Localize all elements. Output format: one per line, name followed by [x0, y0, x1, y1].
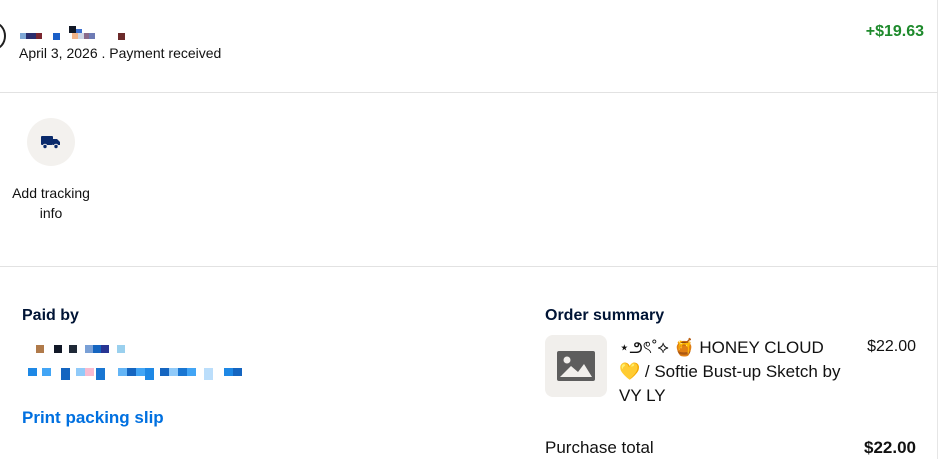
item-thumbnail[interactable] — [545, 335, 607, 397]
order-item-name[interactable]: ⋆౨ৎ˚⟡ 🍯 HONEY CLOUD 💛 / Softie Bust-up S… — [619, 336, 849, 408]
redacted-buyer-name — [20, 25, 130, 43]
avatar — [0, 22, 6, 50]
image-placeholder-icon — [557, 351, 595, 381]
truck-icon — [41, 136, 60, 150]
print-packing-slip-link[interactable]: Print packing slip — [22, 408, 164, 428]
order-item-price: $22.00 — [867, 338, 916, 355]
redacted-payer-name — [36, 344, 128, 354]
paid-by-heading: Paid by — [22, 307, 79, 324]
redacted-payer-email — [28, 366, 248, 382]
add-tracking-label[interactable]: Add tracking info — [10, 183, 92, 223]
order-summary-heading: Order summary — [545, 307, 665, 324]
divider — [0, 266, 938, 267]
transaction-header: April 3, 2026 . Payment received +$19.63 — [0, 0, 938, 92]
transaction-amount: +$19.63 — [865, 23, 924, 40]
purchase-total-label: Purchase total — [545, 438, 654, 457]
divider — [0, 92, 938, 93]
transaction-detail-panel: April 3, 2026 . Payment received +$19.63… — [0, 0, 938, 459]
purchase-total-value: $22.00 — [864, 438, 916, 457]
transaction-date-status: April 3, 2026 . Payment received — [19, 45, 222, 61]
add-tracking-button[interactable] — [27, 118, 75, 166]
